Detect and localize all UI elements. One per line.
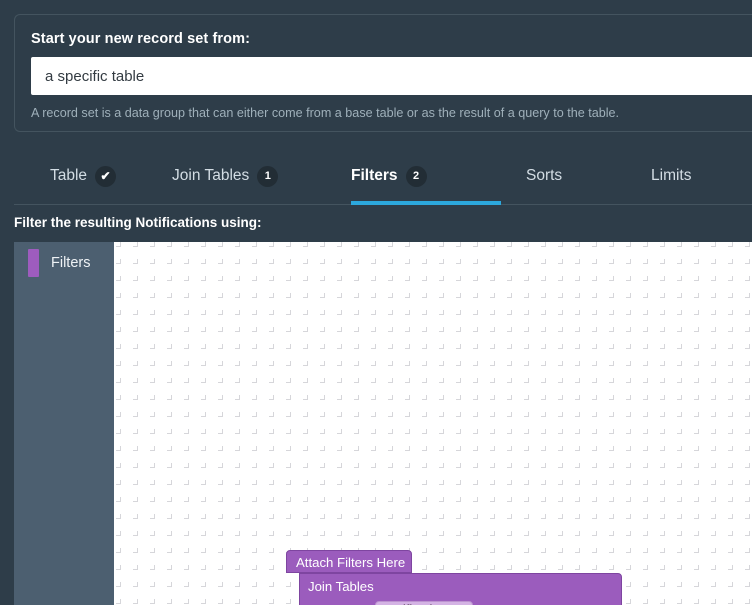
tab-filters[interactable]: Filters 2 [351, 152, 501, 205]
block-attach-filters-here[interactable]: Attach Filters Here [286, 550, 412, 573]
toolbox-item-filters-label: Filters [51, 255, 91, 271]
block-attach-filters-here-label: Attach Filters Here [296, 554, 406, 570]
tab-filters-badge: 2 [405, 165, 427, 187]
tab-table-badge: ✔ [95, 165, 117, 187]
blockly-workspace[interactable]: Filters Attach Filters Here Join Tables … [14, 242, 752, 605]
tab-join-tables-label: Join Tables [172, 167, 250, 184]
tab-sorts[interactable]: Sorts [526, 152, 562, 204]
block-join-tables[interactable]: Join Tables First Table Notifications Re… [299, 573, 622, 605]
active-tab-indicator [351, 201, 501, 205]
tab-limits-label: Limits [651, 167, 692, 184]
tab-join-tables[interactable]: Join Tables 1 [172, 152, 279, 204]
table-source-input[interactable] [31, 57, 752, 95]
toolbox-item-filters[interactable]: Filters [14, 248, 114, 278]
wizard-tabs: Table ✔ Join Tables 1 Filters 2 Sorts Li… [14, 152, 752, 205]
first-table-dropdown[interactable]: Notifications [374, 600, 474, 605]
tab-join-tables-badge: 1 [257, 165, 279, 187]
tab-filters-label: Filters [351, 167, 398, 184]
panel-description: A record set is a data group that can ei… [31, 106, 620, 120]
filter-section-heading: Filter the resulting Notifications using… [14, 215, 262, 230]
tab-sorts-label: Sorts [526, 167, 563, 184]
category-color-swatch [28, 249, 39, 277]
record-set-panel: Start your new record set from: A record… [14, 14, 752, 132]
tab-table[interactable]: Table ✔ [50, 152, 117, 204]
tab-table-label: Table [50, 167, 88, 184]
page-title: Start your new record set from: [31, 31, 251, 47]
block-join-tables-title: Join Tables [308, 578, 374, 594]
tab-limits[interactable]: Limits [651, 152, 691, 204]
blockly-toolbox[interactable]: Filters [14, 242, 114, 605]
